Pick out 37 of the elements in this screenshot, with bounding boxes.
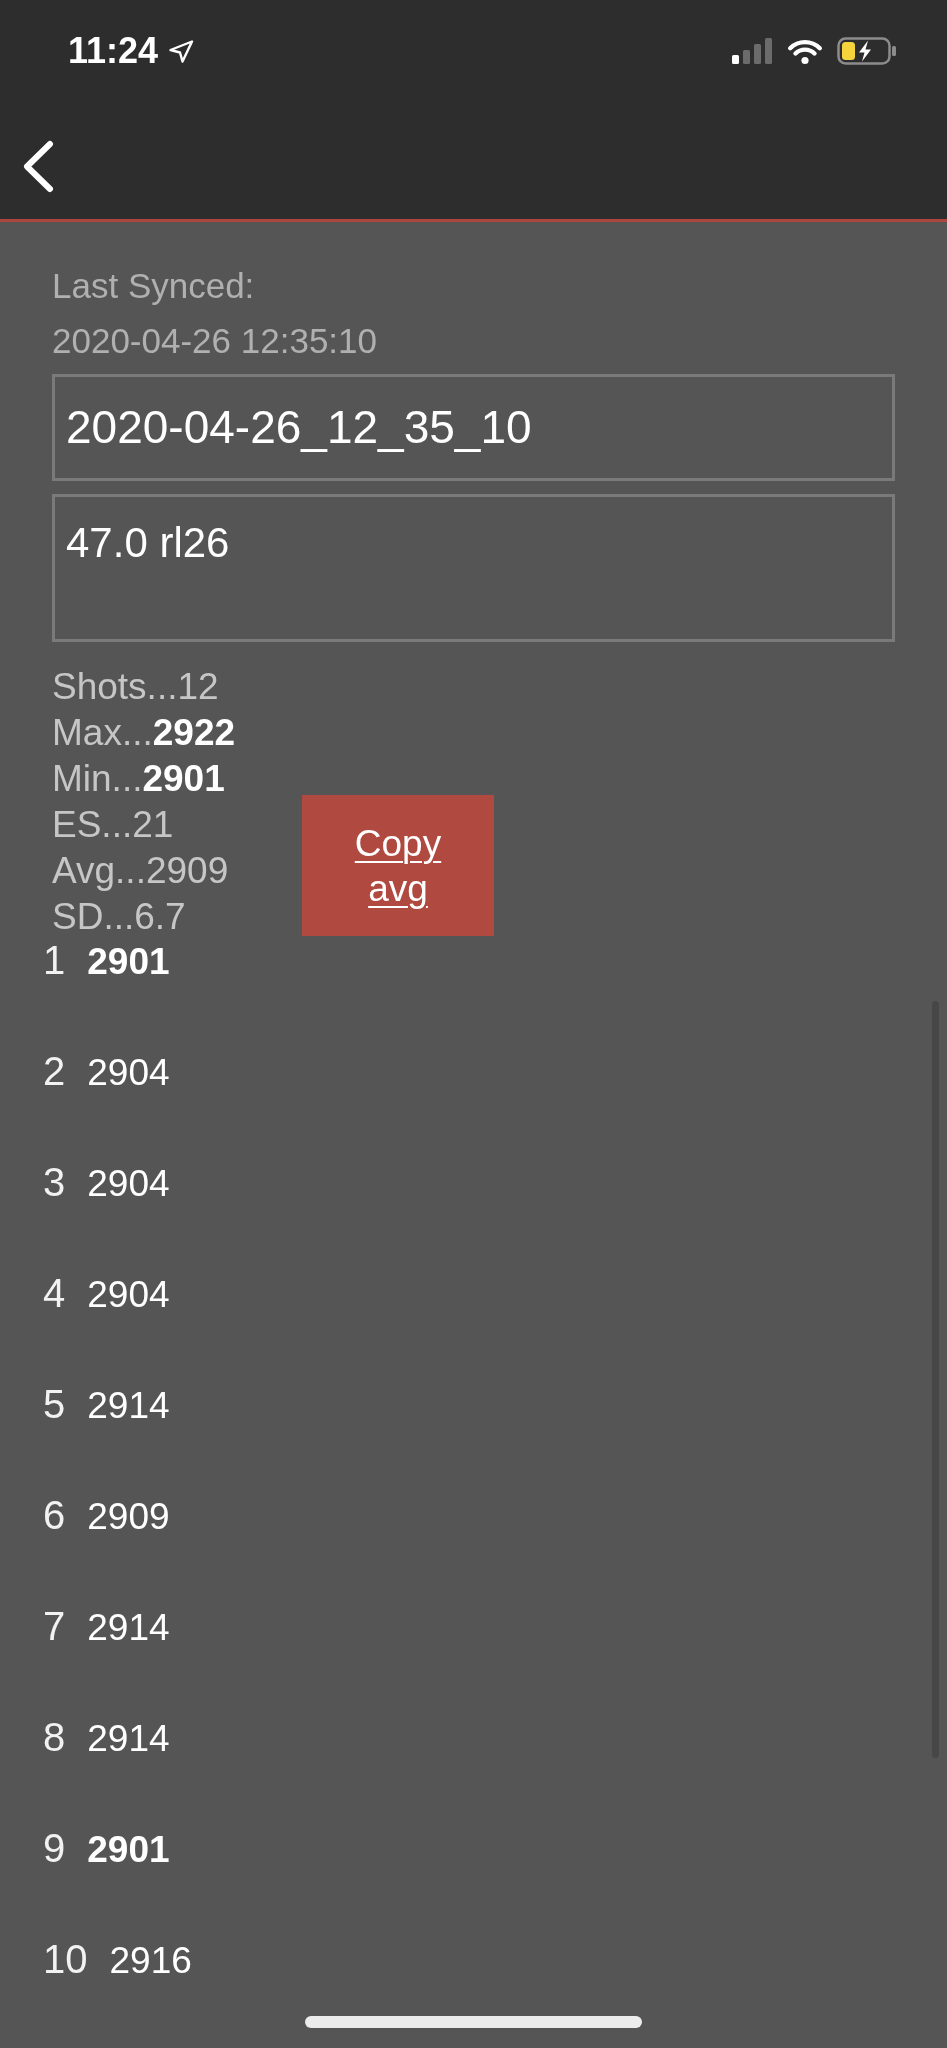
shot-number: 7: [43, 1606, 66, 1646]
stat-line: SD...6.7: [52, 895, 187, 939]
stat-line: Min...2901: [52, 757, 226, 801]
text-field[interactable]: 2020-04-26_12_35_10: [52, 374, 895, 481]
shot-number: 4: [43, 1273, 66, 1313]
sync-label: Last Synced:: [52, 265, 256, 307]
copy-avg-button[interactable]: Copy avg: [302, 795, 494, 936]
shot-value: 2904: [87, 1276, 170, 1313]
shot-value: 2904: [87, 1165, 170, 1202]
signal-strength-icon: [732, 38, 773, 64]
shot-number: 3: [43, 1162, 66, 1202]
status-time: 11:24: [68, 33, 159, 69]
shot-value: 2904: [87, 1054, 170, 1091]
shot-number: 10: [43, 1939, 88, 1979]
text-field[interactable]: 47.0 rl26: [52, 494, 895, 642]
shot-value: 2914: [87, 1609, 170, 1646]
chevron-left-icon[interactable]: [23, 140, 54, 193]
shot-value: 2901: [87, 1831, 170, 1868]
shot-number: 1: [43, 940, 66, 980]
shot-number: 2: [43, 1051, 66, 1091]
shot-number: 9: [43, 1828, 66, 1868]
stat-line: Avg...2909: [52, 849, 230, 893]
shot-value: 2909: [87, 1498, 170, 1535]
sync-timestamp: 2020-04-26 12:35:10: [52, 320, 378, 362]
shot-value: 2901: [87, 943, 170, 980]
location-arrow-icon: [169, 39, 195, 63]
shot-number: 6: [43, 1495, 66, 1535]
battery-charging-icon: [837, 37, 897, 65]
shot-value: 2914: [87, 1387, 170, 1424]
stat-line: ES...21: [52, 803, 175, 847]
shot-number: 5: [43, 1384, 66, 1424]
shot-number: 8: [43, 1717, 66, 1757]
wifi-icon: [787, 37, 823, 65]
shot-value: 2916: [109, 1942, 192, 1979]
stat-line: Shots...12: [52, 665, 220, 709]
shot-value: 2914: [87, 1720, 170, 1757]
stat-line: Max...2922: [52, 711, 237, 755]
